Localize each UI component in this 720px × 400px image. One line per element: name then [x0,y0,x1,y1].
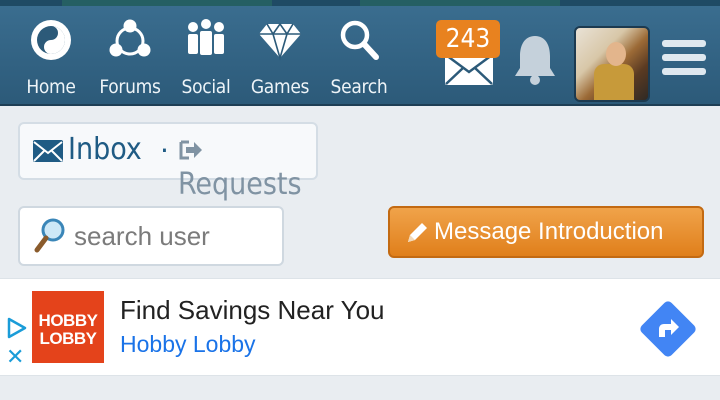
nav-search[interactable]: Search [326,18,392,100]
pencil-icon [408,223,427,242]
message-introduction-label: Message Introduction [434,218,664,245]
search-icon [340,20,379,60]
mail-tabs: Inbox · Requests [18,122,318,202]
mail-count-badge: 243 [436,20,500,58]
diamond-icon [259,22,301,61]
tab-inbox[interactable]: Inbox [32,132,142,167]
avatar[interactable] [574,26,650,102]
tab-separator: · [160,134,169,167]
message-introduction-button[interactable]: Message Introduction [388,206,704,258]
search-user-input[interactable]: search user [18,206,284,266]
tab-requests-label: Requests [178,167,302,202]
adchoices-icon[interactable] [6,317,28,339]
tab-requests[interactable]: Requests [178,132,316,202]
tab-inbox-label: Inbox [68,132,142,167]
nav-social[interactable]: Social [176,18,236,100]
hobby-lobby-logo: HOBBY LOBBY [32,291,104,363]
ad-advertiser: Hobby Lobby [120,331,256,357]
forums-icon [109,19,151,57]
yin-yang-icon [31,20,71,60]
directions-icon[interactable] [638,299,698,359]
nav-social-label: Social [181,76,231,98]
top-nav-bar: Home Forums Social Games Search 243 [0,6,720,106]
ad-banner[interactable]: ✕ HOBBY LOBBY Find Savings Near You Hobb… [0,278,720,376]
magnifier-icon [34,218,65,253]
sign-in-icon [179,140,202,160]
menu-icon[interactable] [662,40,706,80]
nav-home-label: Home [26,76,76,98]
nav-games[interactable]: Games [248,18,312,100]
search-user-placeholder: search user [74,221,210,251]
close-icon[interactable]: ✕ [6,347,24,369]
people-icon [188,19,224,55]
bell-icon[interactable] [512,32,558,86]
nav-forums[interactable]: Forums [94,18,166,100]
nav-games-label: Games [250,76,310,98]
ad-title: Find Savings Near You [120,295,385,325]
envelope-icon [33,140,63,162]
nav-home[interactable]: Home [18,18,84,100]
nav-search-label: Search [330,76,388,98]
nav-forums-label: Forums [99,76,161,98]
